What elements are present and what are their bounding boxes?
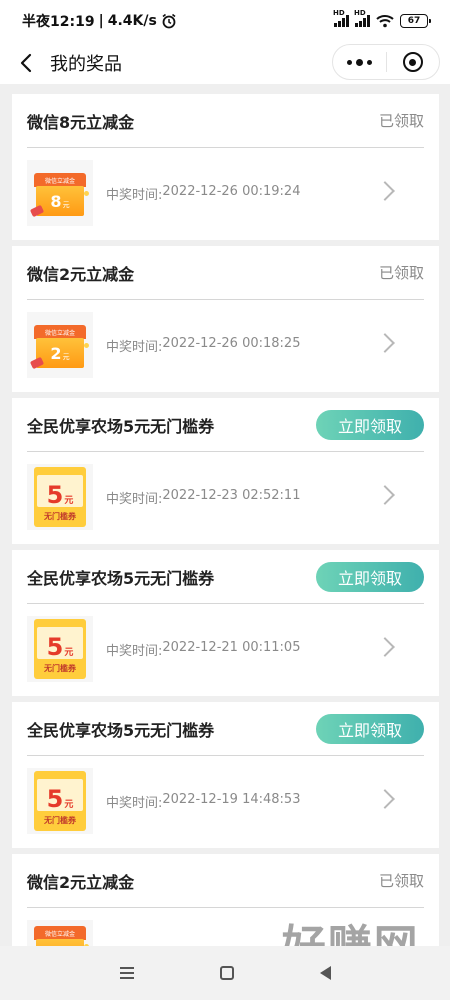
- status-claimed: 已领取: [378, 112, 424, 130]
- win-time-value: 2022-12-26 00:19:24: [162, 183, 301, 199]
- prize-card[interactable]: 全民优享农场5元无门槛券 立即领取 5元 无门槛券 中奖时间: 2022-12-…: [12, 550, 439, 696]
- close-mini-program-button[interactable]: [386, 45, 439, 79]
- thumb-value: 2: [50, 343, 62, 363]
- signal-icon-2: HD: [354, 9, 370, 27]
- mini-program-capsule: [332, 44, 440, 80]
- prize-thumbnail: 5元 无门槛券: [27, 616, 93, 682]
- win-time-label: 中奖时间:: [106, 491, 163, 507]
- chevron-right-icon[interactable]: [375, 333, 395, 353]
- chevron-left-icon: [20, 53, 32, 73]
- farm-coupon-icon: 5元 无门槛券: [34, 467, 86, 527]
- status-claimed: 已领取: [378, 872, 424, 890]
- back-button[interactable]: [6, 43, 46, 83]
- home-button[interactable]: [219, 966, 234, 980]
- win-time: 中奖时间: 2022-12-19 14:48:53: [106, 792, 300, 811]
- win-time-value: 2022-12-26 00:18:25: [162, 335, 301, 351]
- prize-list: 微信8元立减金 已领取 微信立减金 8元 中奖时间: 2022-12-26 00…: [12, 94, 439, 1000]
- chevron-right-icon[interactable]: [375, 789, 395, 809]
- win-time-label: 中奖时间:: [106, 795, 163, 811]
- thumb-unit: 元: [62, 201, 70, 209]
- wifi-icon: [376, 15, 394, 28]
- thumb-label: 无门槛券: [44, 512, 76, 521]
- more-menu-button[interactable]: [333, 45, 386, 79]
- thumb-unit: 元: [64, 648, 74, 658]
- win-time: 中奖时间: 2022-12-21 00:11:05: [106, 640, 300, 659]
- thumb-unit: 元: [62, 353, 70, 361]
- thumb-value: 5: [46, 785, 64, 813]
- farm-coupon-icon: 5元 无门槛券: [34, 771, 86, 831]
- prize-title: 全民优享农场5元无门槛券: [27, 416, 215, 436]
- prize-title: 微信2元立减金: [27, 872, 135, 892]
- win-time: 中奖时间: 2022-12-26 00:19:24: [106, 184, 300, 203]
- win-time-label: 中奖时间:: [106, 643, 163, 659]
- status-claimed: 已领取: [378, 264, 424, 282]
- system-back-button[interactable]: [319, 966, 331, 980]
- prize-card[interactable]: 全民优享农场5元无门槛券 立即领取 5元 无门槛券 中奖时间: 2022-12-…: [12, 702, 439, 848]
- claim-now-button[interactable]: 立即领取: [316, 409, 424, 440]
- win-time-value: 2022-12-21 00:11:05: [162, 639, 301, 655]
- win-time-value: 2022-12-19 14:48:53: [162, 791, 301, 807]
- claim-now-button[interactable]: 立即领取: [316, 713, 424, 744]
- chevron-right-icon[interactable]: [375, 485, 395, 505]
- chevron-right-icon[interactable]: [375, 181, 395, 201]
- thumb-value: 5: [46, 481, 64, 509]
- signal-icon: HD: [333, 9, 349, 27]
- prize-thumbnail: 5元 无门槛券: [27, 768, 93, 834]
- thumb-unit: 元: [64, 800, 74, 810]
- claim-now-button[interactable]: 立即领取: [316, 561, 424, 592]
- network-speed: 4.4K/s: [107, 13, 157, 29]
- win-time-label: 中奖时间:: [106, 339, 163, 355]
- thumb-label: 无门槛券: [44, 664, 76, 673]
- win-time: 中奖时间: 2022-12-23 02:52:11: [106, 488, 300, 507]
- prize-card[interactable]: 微信8元立减金 已领取 微信立减金 8元 中奖时间: 2022-12-26 00…: [12, 94, 439, 240]
- wechat-coupon-icon: 微信立减金 2元: [29, 319, 89, 371]
- status-time: 半夜12:19: [22, 14, 95, 30]
- thumb-value: 5: [46, 633, 64, 661]
- thumb-label: 微信立减金: [34, 325, 86, 339]
- prize-card[interactable]: 全民优享农场5元无门槛券 立即领取 5元 无门槛券 中奖时间: 2022-12-…: [12, 398, 439, 544]
- thumb-value: 8: [50, 191, 62, 211]
- alarm-icon: [162, 13, 176, 29]
- prize-title: 微信8元立减金: [27, 112, 135, 132]
- status-divider: |: [98, 13, 104, 29]
- farm-coupon-icon: 5元 无门槛券: [34, 619, 86, 679]
- prize-title: 全民优享农场5元无门槛券: [27, 568, 215, 588]
- prize-card[interactable]: 微信2元立减金 已领取 微信立减金 2元 中奖时间: 2022-12-26 00…: [12, 246, 439, 392]
- thumb-unit: 元: [64, 496, 74, 506]
- status-bar: 半夜12:19 | 4.4K/s HD HD 67: [0, 0, 450, 42]
- win-time-value: 2022-12-23 02:52:11: [162, 487, 301, 503]
- nav-bar: 我的奖品: [0, 42, 450, 84]
- win-time: 中奖时间: 2022-12-26 00:18:25: [106, 336, 300, 355]
- prize-title: 微信2元立减金: [27, 264, 135, 284]
- chevron-right-icon[interactable]: [375, 637, 395, 657]
- target-icon: [402, 52, 423, 72]
- prize-thumbnail: 微信立减金 8元: [27, 160, 93, 226]
- prize-title: 全民优享农场5元无门槛券: [27, 720, 215, 740]
- prize-thumbnail: 微信立减金 2元: [27, 312, 93, 378]
- thumb-label: 微信立减金: [34, 173, 86, 187]
- prize-thumbnail: 5元 无门槛券: [27, 464, 93, 530]
- wechat-coupon-icon: 微信立减金 8元: [29, 167, 89, 219]
- thumb-label: 无门槛券: [44, 816, 76, 825]
- thumb-label: 微信立减金: [34, 926, 86, 940]
- page-title: 我的奖品: [50, 54, 122, 75]
- recent-apps-button[interactable]: [119, 967, 134, 979]
- battery-level: 67: [407, 16, 421, 26]
- system-nav-bar: [0, 946, 450, 1000]
- battery-icon: 67: [400, 14, 431, 28]
- win-time-label: 中奖时间:: [106, 187, 163, 203]
